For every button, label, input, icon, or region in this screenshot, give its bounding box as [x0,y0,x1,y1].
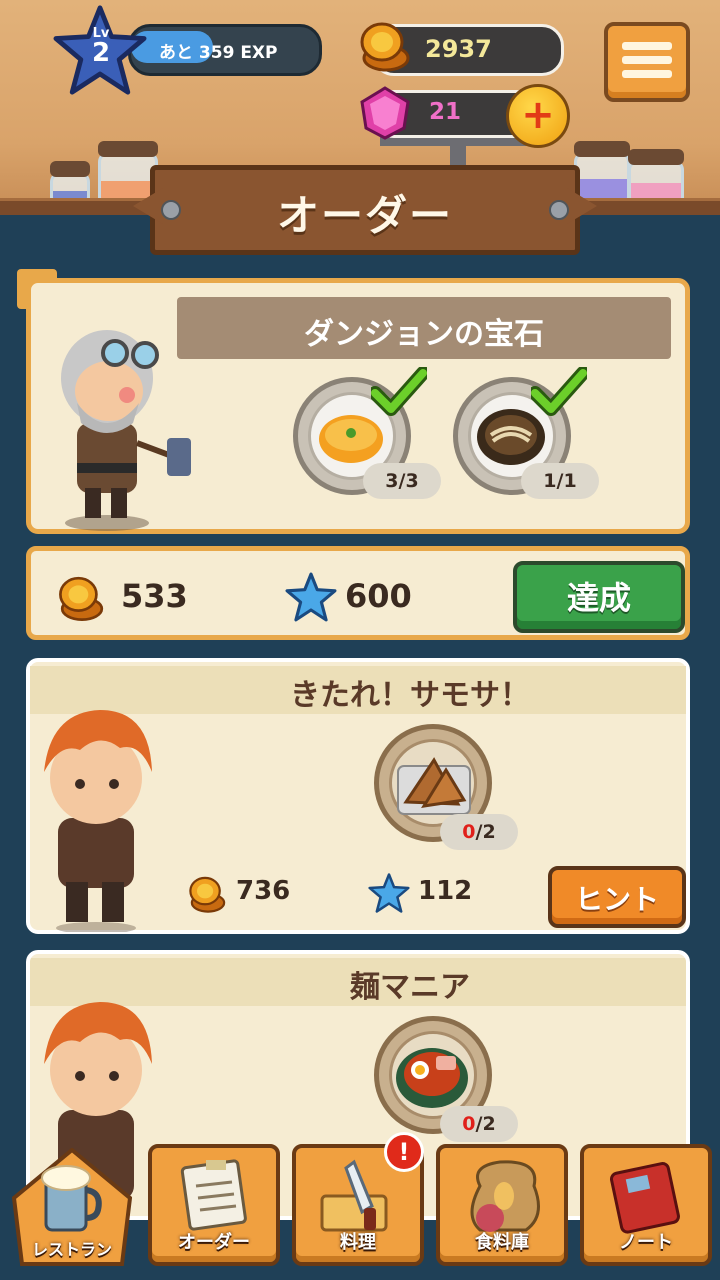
page-title: オーダー [276,191,453,240]
notebook-icon [609,1162,680,1234]
coin-stack-icon [59,576,104,621]
nav-restaurant[interactable]: レストラン [12,1148,132,1266]
nav-notebook[interactable]: ノート [580,1144,712,1266]
reward-coins: 736 [236,876,291,906]
nav-label: 食料庫 [475,1232,529,1253]
title-plank: オーダー [133,165,597,255]
hint-button[interactable]: ヒント [548,866,686,928]
hint-label: ヒント [574,883,659,916]
hamburger-icon-line [622,56,672,64]
order-card[interactable]: きたれ！サモサ！ 0/2 736 112 ヒント [26,658,690,934]
nav-label: 料理 [340,1232,376,1253]
exp-text: あと 359 EXP [159,43,278,63]
item-count-done: 0 [462,821,476,843]
coin-amount: 2937 [425,35,492,63]
order-card[interactable]: ダンジョンの宝石 3/3 1/1 [17,269,690,534]
star-icon [368,873,410,913]
plus-icon: + [521,92,555,138]
food-sack-icon [470,1160,540,1232]
item-count-total: /2 [475,821,496,843]
gem-icon [360,86,410,140]
complete-order-button[interactable]: 達成 [513,561,685,633]
gem-amount: 21 [429,99,462,125]
item-count: 0/2 [440,1106,518,1142]
complete-order-label: 達成 [566,579,631,617]
menu-button[interactable] [604,22,690,102]
nav-label: オーダー [178,1232,250,1253]
reward-coins: 533 [121,577,188,615]
nav-pantry[interactable]: 食料庫 [436,1144,568,1266]
check-icon [371,367,427,416]
reward-stars: 112 [418,876,473,906]
hamburger-icon [622,42,672,50]
reward-stars: 600 [345,577,412,615]
item-count-done: 0 [462,1113,476,1135]
order-title: ダンジョンの宝石 [304,317,544,352]
item-count: 1/1 [521,463,599,499]
order-title: 麺マニア [350,970,470,1005]
order-reward-row: 533 600 達成 [26,546,690,640]
star-icon [285,572,337,622]
order-title: きたれ！サモサ！ [290,678,530,713]
coin-stack-icon [189,876,226,913]
nav-label: ノート [619,1232,673,1253]
item-count: 0/2 [440,814,518,850]
coin-stack-icon [360,22,410,72]
beer-mug-icon [41,1165,102,1232]
item-count: 3/3 [363,463,441,499]
level-number: 2 [91,38,111,68]
pipe-decoration [450,135,466,165]
customer-boy-icon [44,710,152,932]
order-paper-icon [180,1159,247,1231]
exp-bar: あと 359 EXP [128,24,322,76]
check-icon [531,367,587,416]
notification-badge: ! [384,1132,424,1172]
item-count-total: /2 [475,1113,496,1135]
order-title-bar: ダンジョンの宝石 [177,297,671,359]
nav-order[interactable]: オーダー [148,1144,280,1266]
hamburger-icon-line [622,70,672,78]
buy-gems-button[interactable]: + [506,84,570,148]
nav-label: レストラン [31,1240,112,1259]
